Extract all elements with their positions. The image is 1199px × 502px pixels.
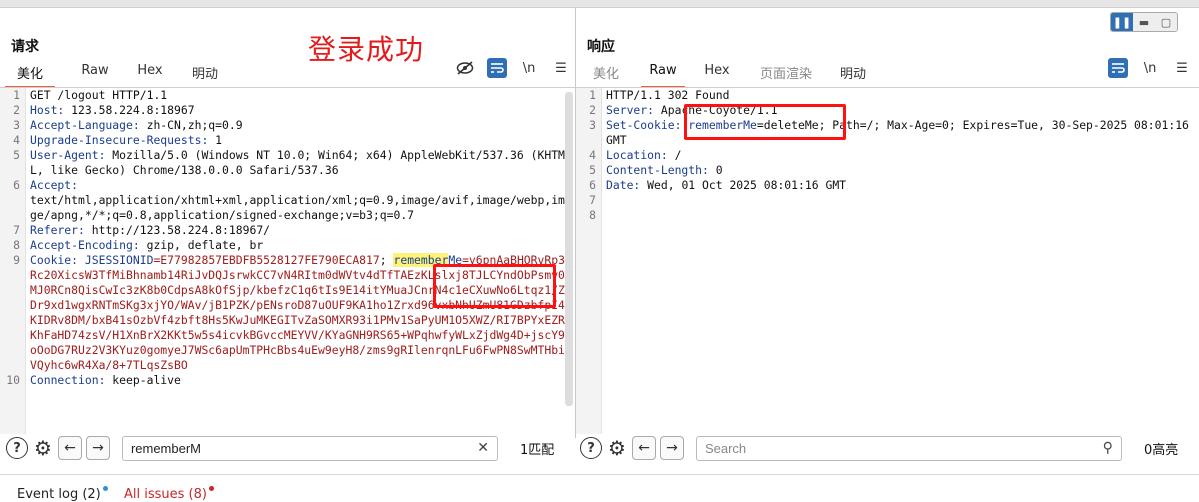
code-line: 1 HTTP/1.1 302 Found (589, 88, 730, 102)
issues-dot (208, 486, 214, 491)
wrap-icon[interactable] (487, 58, 507, 78)
gear-icon[interactable]: ⚙ (34, 436, 52, 460)
tab-pretty[interactable]: 美化 (5, 60, 55, 88)
next-match-button[interactable]: → (659, 436, 684, 460)
request-search-input[interactable] (130, 440, 478, 456)
code-line: 5 User-Agent: Mozilla/5.0 (Windows NT 10.… (13, 148, 565, 177)
annotation-box-response (684, 104, 846, 140)
response-pane: 响应 美化 Raw Hex 页面渲染 明动 \n ☰ 1 HTTP/1.1 302… (576, 8, 1199, 438)
menu-icon[interactable]: ☰ (1172, 58, 1192, 78)
request-search-row: ? ⚙ ← → ✕ 1匹配 (6, 430, 576, 466)
code-line: 5 Content-Length: 0 (589, 163, 723, 177)
help-icon[interactable]: ? (580, 437, 602, 459)
tab-render[interactable]: 页面渲染 (749, 60, 823, 85)
code-line: 4 Upgrade-Insecure-Requests: 1 (13, 133, 223, 147)
annotation-box-request (433, 264, 556, 308)
clear-search-icon[interactable]: ✕ (477, 440, 489, 456)
code-line: 10 Connection: keep-alive (6, 373, 181, 387)
event-log-dot (102, 486, 108, 491)
response-search-row: ? ⚙ ← → ⚲ 0高亮 (580, 430, 1199, 466)
gear-icon[interactable]: ⚙ (608, 436, 626, 460)
tab-hex[interactable]: Hex (125, 60, 175, 85)
request-search-box: ✕ (121, 435, 498, 461)
code-line: 8 (589, 208, 596, 222)
menu-icon[interactable]: ☰ (551, 58, 571, 78)
response-tabs: 美化 Raw Hex 页面渲染 明动 (581, 60, 883, 88)
code-line: 3 Accept-Language: zh-CN,zh;q=0.9 (13, 118, 243, 132)
request-pane: 请求 美化 Raw Hex 明动 \n ☰ 1 GET /logout HTTP/… (0, 8, 576, 438)
request-editor[interactable]: 1 GET /logout HTTP/1.1 2 Host: 123.58.224.… (0, 88, 575, 434)
request-scrollbar[interactable] (565, 92, 573, 406)
code-line: 7 (589, 193, 596, 207)
window-top-strip (0, 0, 1199, 8)
next-match-button[interactable]: → (85, 436, 110, 460)
annotation-title: 登录成功 (308, 33, 425, 66)
prev-match-button[interactable]: ← (57, 436, 82, 460)
search-icon[interactable]: ⚲ (1103, 440, 1113, 456)
eye-off-icon[interactable] (455, 58, 475, 78)
tab-hex[interactable]: Hex (685, 60, 749, 85)
response-search-input[interactable] (704, 440, 1103, 456)
request-title: 请求 (11, 39, 39, 55)
code-line: 7 Referer: http://123.58.224.8:18967/ (13, 223, 271, 237)
code-line: 6 Accept: text/html,application/xhtml+xml… (13, 178, 572, 222)
code-line: 2 Server: Apache-Coyote/1.1 (589, 103, 778, 117)
code-line: 2 Host: 123.58.224.8:18967 (13, 103, 195, 117)
response-editor[interactable]: 1 HTTP/1.1 302 Found 2 Server: Apache-Coyo… (576, 88, 1199, 434)
status-bar: Event log (2) All issues (8) (0, 474, 1199, 502)
newline-icon[interactable]: \n (1140, 58, 1160, 78)
match-count: 1匹配 (519, 442, 555, 458)
code-line: 4 Location: / (589, 148, 682, 162)
response-title: 响应 (587, 39, 615, 55)
response-search-box: ⚲ (695, 435, 1122, 461)
tab-actions[interactable]: 明动 (823, 60, 883, 85)
newline-icon[interactable]: \n (519, 58, 539, 78)
code-line: 6 Date: Wed, 01 Oct 2025 08:01:16 GMT (589, 178, 847, 192)
highlight-count: 0高亮 (1143, 442, 1179, 458)
wrap-icon[interactable] (1108, 58, 1128, 78)
set-cookie-line: 3 Set-Cookie: rememberMe=deleteMe; Path=/… (589, 118, 1196, 147)
tab-pretty[interactable]: 美化 (581, 60, 631, 85)
code-line: 1 GET /logout HTTP/1.1 (13, 88, 168, 102)
tab-actions[interactable]: 明动 (175, 60, 235, 85)
help-icon[interactable]: ? (6, 437, 28, 459)
code-line: 8 Accept-Encoding: gzip, deflate, br (13, 238, 264, 252)
tab-raw[interactable]: Raw (65, 60, 125, 85)
prev-match-button[interactable]: ← (631, 436, 656, 460)
tab-raw[interactable]: Raw (641, 60, 685, 88)
request-tabs: 美化 Raw Hex 明动 (5, 60, 235, 88)
response-toolbar: \n ☰ (1108, 58, 1192, 78)
request-toolbar: \n ☰ (455, 58, 571, 78)
